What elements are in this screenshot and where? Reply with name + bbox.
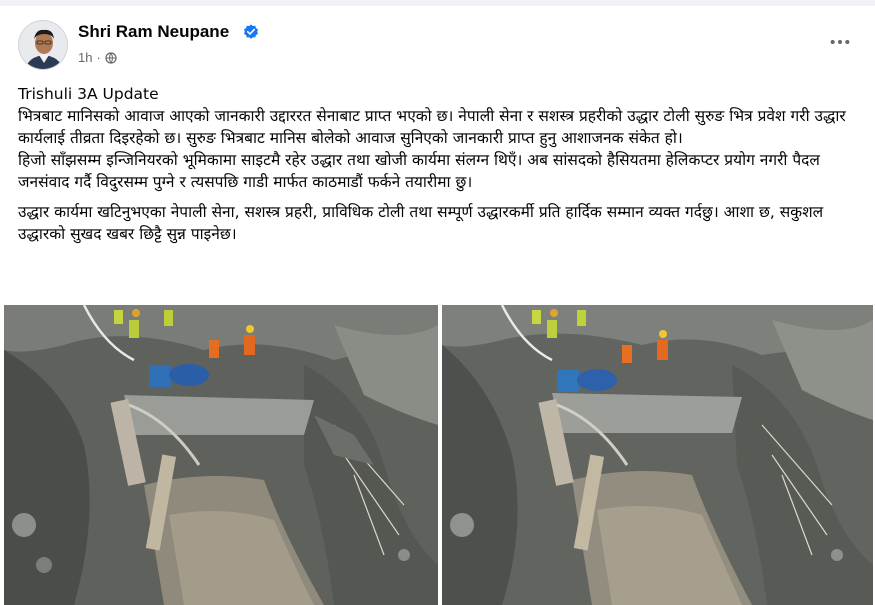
author-name[interactable]: Shri Ram Neupane xyxy=(78,22,229,42)
rescue-site-photo-2[interactable] xyxy=(442,305,873,605)
meta-separator: · xyxy=(96,50,101,65)
rescue-site-photo-2-image xyxy=(442,305,873,605)
feed-divider xyxy=(0,0,875,6)
post-header: Shri Ram Neupane 1h · xyxy=(18,20,858,72)
avatar-portrait xyxy=(19,21,67,69)
post-title-line: Trishuli 3A Update xyxy=(18,85,159,103)
verified-badge-icon xyxy=(244,24,258,39)
author-avatar[interactable] xyxy=(18,20,68,70)
globe-icon xyxy=(105,51,117,64)
post-meta: 1h · xyxy=(78,50,117,65)
rescue-site-photo-1[interactable] xyxy=(4,305,438,605)
photo-grid xyxy=(0,305,875,605)
post-paragraph-3: उद्धार कार्यमा खटिनुभएका नेपाली सेना, सश… xyxy=(18,203,824,243)
post-time[interactable]: 1h xyxy=(78,50,92,65)
rescue-site-photo-1-image xyxy=(4,305,438,605)
more-options-button[interactable] xyxy=(822,30,858,54)
post-paragraph-1: भित्रबाट मानिसको आवाज आएको जानकारी उद्दा… xyxy=(18,107,846,147)
post-paragraph-2: हिजो साँझसम्म इन्जिनियरको भूमिकामा साइटम… xyxy=(18,151,820,191)
post-body: Trishuli 3A Update भित्रबाट मानिसको आवाज… xyxy=(18,83,863,245)
more-options-icon xyxy=(830,39,850,45)
